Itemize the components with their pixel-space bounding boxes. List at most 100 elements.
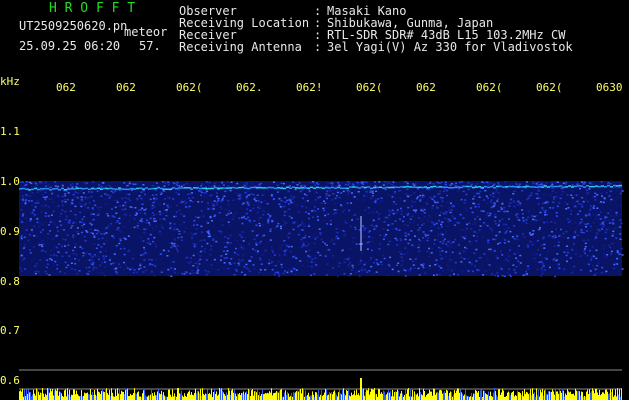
noise-speck: [71, 186, 74, 188]
noise-speck: [462, 229, 465, 231]
noise-speck: [308, 236, 311, 238]
noise-floor-bar: [343, 388, 344, 400]
noise-speck: [113, 253, 116, 255]
noise-speck: [112, 237, 115, 239]
noise-speck: [310, 274, 313, 277]
noise-speck: [227, 267, 230, 270]
noise-speck: [118, 242, 121, 245]
noise-floor-bar: [250, 396, 251, 400]
noise-floor-bar: [321, 390, 322, 400]
noise-speck: [116, 273, 119, 275]
noise-speck: [455, 182, 458, 184]
noise-floor-bar: [161, 390, 162, 400]
noise-floor-bar: [199, 393, 200, 400]
carrier-segment: [400, 186, 403, 188]
noise-speck: [486, 225, 489, 227]
noise-speck: [532, 218, 534, 221]
noise-speck: [60, 224, 62, 226]
carrier-segment: [334, 187, 337, 189]
noise-speck: [553, 257, 556, 260]
noise-speck: [42, 205, 45, 208]
info-sep: :: [314, 40, 322, 54]
carrier-segment: [523, 186, 526, 188]
noise-speck: [336, 275, 339, 278]
noise-speck: [440, 267, 443, 269]
noise-speck: [83, 235, 86, 238]
noise-speck: [21, 198, 24, 201]
noise-speck: [439, 196, 442, 199]
noise-speck: [129, 268, 132, 271]
noise-speck: [479, 190, 482, 193]
noise-speck: [621, 248, 624, 250]
noise-floor-bar: [68, 394, 69, 400]
noise-speck: [238, 264, 241, 266]
noise-speck: [170, 246, 173, 249]
noise-speck: [497, 243, 499, 245]
noise-speck: [242, 182, 245, 185]
noise-speck: [389, 256, 392, 259]
noise-speck: [340, 192, 343, 194]
noise-speck: [154, 243, 157, 245]
noise-speck: [404, 232, 407, 234]
noise-speck: [400, 264, 403, 267]
noise-speck: [421, 224, 424, 226]
noise-speck: [301, 229, 304, 231]
noise-speck: [471, 211, 474, 214]
noise-speck: [248, 243, 251, 245]
noise-floor-bar: [59, 391, 60, 400]
noise-floor-bar: [344, 393, 345, 400]
noise-speck: [583, 248, 586, 250]
carrier-segment: [286, 186, 289, 188]
noise-speck: [207, 202, 210, 204]
noise-speck: [85, 198, 88, 201]
noise-speck: [451, 205, 454, 208]
noise-speck: [276, 191, 279, 193]
noise-speck: [253, 204, 256, 206]
noise-speck: [271, 249, 274, 251]
noise-speck: [245, 195, 248, 198]
noise-speck: [47, 206, 50, 208]
noise-speck: [460, 261, 463, 263]
noise-floor-bar: [595, 388, 596, 400]
noise-speck: [207, 271, 210, 273]
noise-speck: [408, 270, 411, 272]
noise-speck: [591, 183, 594, 185]
noise-speck: [30, 229, 33, 231]
noise-floor-bar: [332, 394, 333, 400]
noise-speck: [94, 204, 97, 206]
noise-speck: [128, 220, 131, 222]
noise-floor-bar: [190, 394, 191, 400]
carrier-segment: [319, 187, 322, 189]
noise-speck: [282, 182, 285, 185]
noise-speck: [36, 218, 39, 220]
noise-floor-bar: [564, 396, 565, 400]
noise-speck: [592, 222, 595, 224]
noise-speck: [612, 219, 615, 221]
noise-floor-bar: [52, 389, 53, 400]
noise-speck: [493, 250, 496, 252]
carrier-segment: [373, 186, 376, 189]
noise-floor-bar: [588, 394, 589, 400]
noise-speck: [593, 274, 596, 276]
noise-speck: [267, 220, 269, 222]
noise-floor-bar: [209, 392, 210, 400]
carrier-segment: [172, 187, 175, 189]
noise-floor-bar: [510, 395, 511, 400]
noise-speck: [392, 212, 395, 215]
noise-speck: [121, 208, 124, 211]
noise-speck: [407, 224, 409, 227]
noise-speck: [395, 229, 398, 231]
noise-speck: [365, 190, 368, 192]
noise-floor-bar: [157, 391, 158, 400]
noise-speck: [370, 240, 373, 243]
noise-speck: [34, 182, 37, 184]
noise-speck: [537, 188, 540, 190]
noise-speck: [159, 253, 162, 255]
noise-speck: [301, 205, 304, 208]
noise-speck: [64, 211, 67, 213]
noise-speck: [441, 233, 444, 236]
noise-floor-bar: [290, 395, 291, 400]
noise-floor-bar: [530, 389, 531, 400]
noise-floor-bar: [60, 391, 61, 400]
noise-speck: [600, 202, 603, 204]
